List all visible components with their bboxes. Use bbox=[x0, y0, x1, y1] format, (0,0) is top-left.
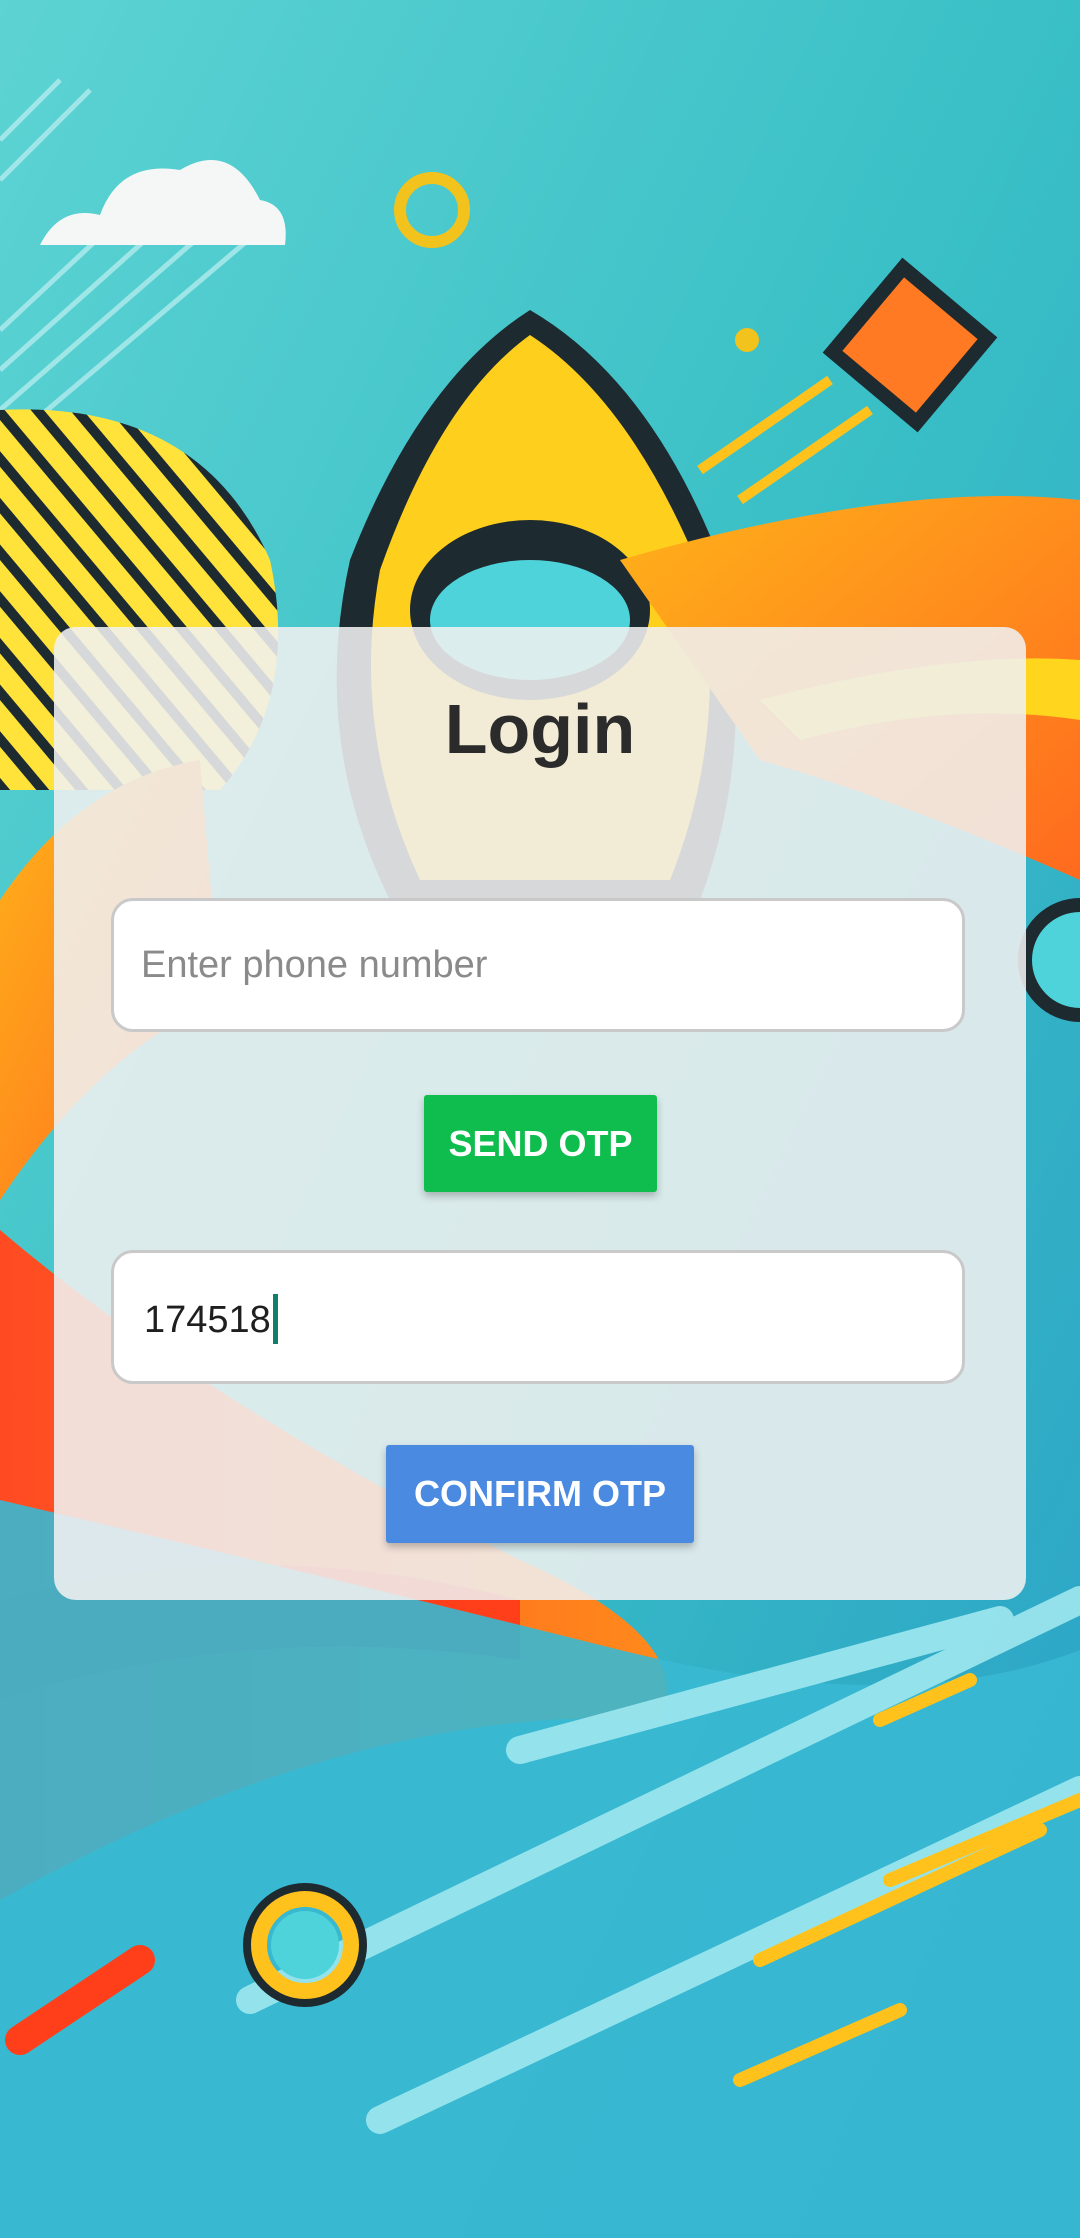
confirm-otp-button[interactable]: CONFIRM OTP bbox=[386, 1445, 694, 1543]
login-card: Login SEND OTP 174518 CONFIRM OTP bbox=[54, 627, 1026, 1600]
otp-input[interactable]: 174518 bbox=[111, 1250, 965, 1384]
otp-value-text: 174518 bbox=[144, 1299, 271, 1341]
phone-number-input[interactable] bbox=[111, 898, 965, 1032]
login-screen: Login SEND OTP 174518 CONFIRM OTP bbox=[0, 0, 1080, 2238]
login-title: Login bbox=[444, 690, 636, 768]
send-otp-button[interactable]: SEND OTP bbox=[424, 1095, 657, 1192]
text-cursor bbox=[272, 1293, 278, 1344]
otp-input-value: 174518 bbox=[144, 1253, 278, 1387]
